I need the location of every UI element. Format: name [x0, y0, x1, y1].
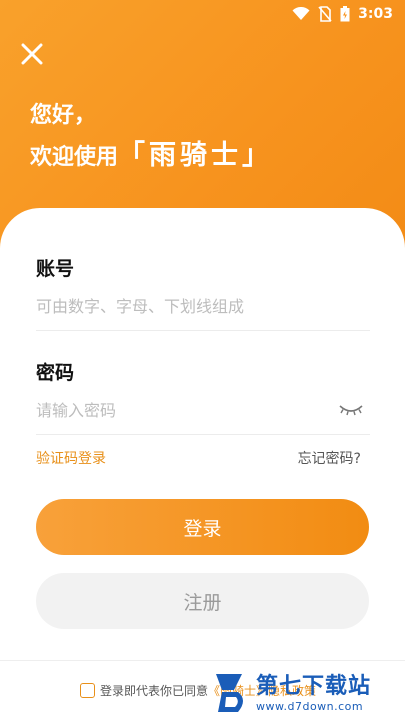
password-label: 密码 — [36, 362, 75, 384]
agreement-prefix: 登录即代表你已同意 — [100, 684, 209, 698]
wifi-icon — [292, 7, 310, 20]
forgot-password-link[interactable]: 忘记密码? — [298, 448, 361, 468]
watermark-title: 第七下载站 — [256, 673, 372, 699]
account-divider — [36, 330, 370, 331]
agreement-checkbox[interactable] — [80, 683, 95, 698]
greeting-prefix: 欢迎使用 — [30, 145, 119, 170]
password-divider — [36, 434, 370, 435]
sms-login-link[interactable]: 验证码登录 — [36, 448, 106, 468]
login-button[interactable]: 登录 — [36, 499, 369, 555]
greeting-line1: 您好， — [30, 103, 97, 128]
register-button[interactable]: 注册 — [36, 573, 369, 629]
eye-closed-icon — [339, 405, 363, 416]
close-button[interactable] — [16, 38, 48, 70]
password-input[interactable] — [36, 397, 326, 423]
welcome-greeting: 您好， 欢迎使用「雨骑士」 — [30, 96, 273, 178]
watermark-text: 第七下载站 www.d7down.com — [256, 674, 371, 713]
password-visibility-toggle[interactable] — [338, 402, 364, 418]
no-sim-icon — [318, 6, 332, 22]
site-watermark: 第七下载站 www.d7down.com — [212, 666, 405, 720]
brand-name: 「雨骑士」 — [118, 140, 274, 171]
status-time: 3:03 — [358, 6, 393, 22]
d7-logo-icon — [216, 674, 243, 712]
bottom-divider — [0, 660, 405, 661]
greeting-line2: 欢迎使用「雨骑士」 — [30, 136, 273, 178]
battery-icon — [340, 6, 350, 22]
watermark-url: www.d7down.com — [256, 699, 364, 713]
close-icon — [21, 43, 43, 65]
account-input[interactable] — [36, 293, 370, 319]
account-label: 账号 — [36, 258, 75, 280]
status-bar: 3:03 — [0, 0, 405, 28]
